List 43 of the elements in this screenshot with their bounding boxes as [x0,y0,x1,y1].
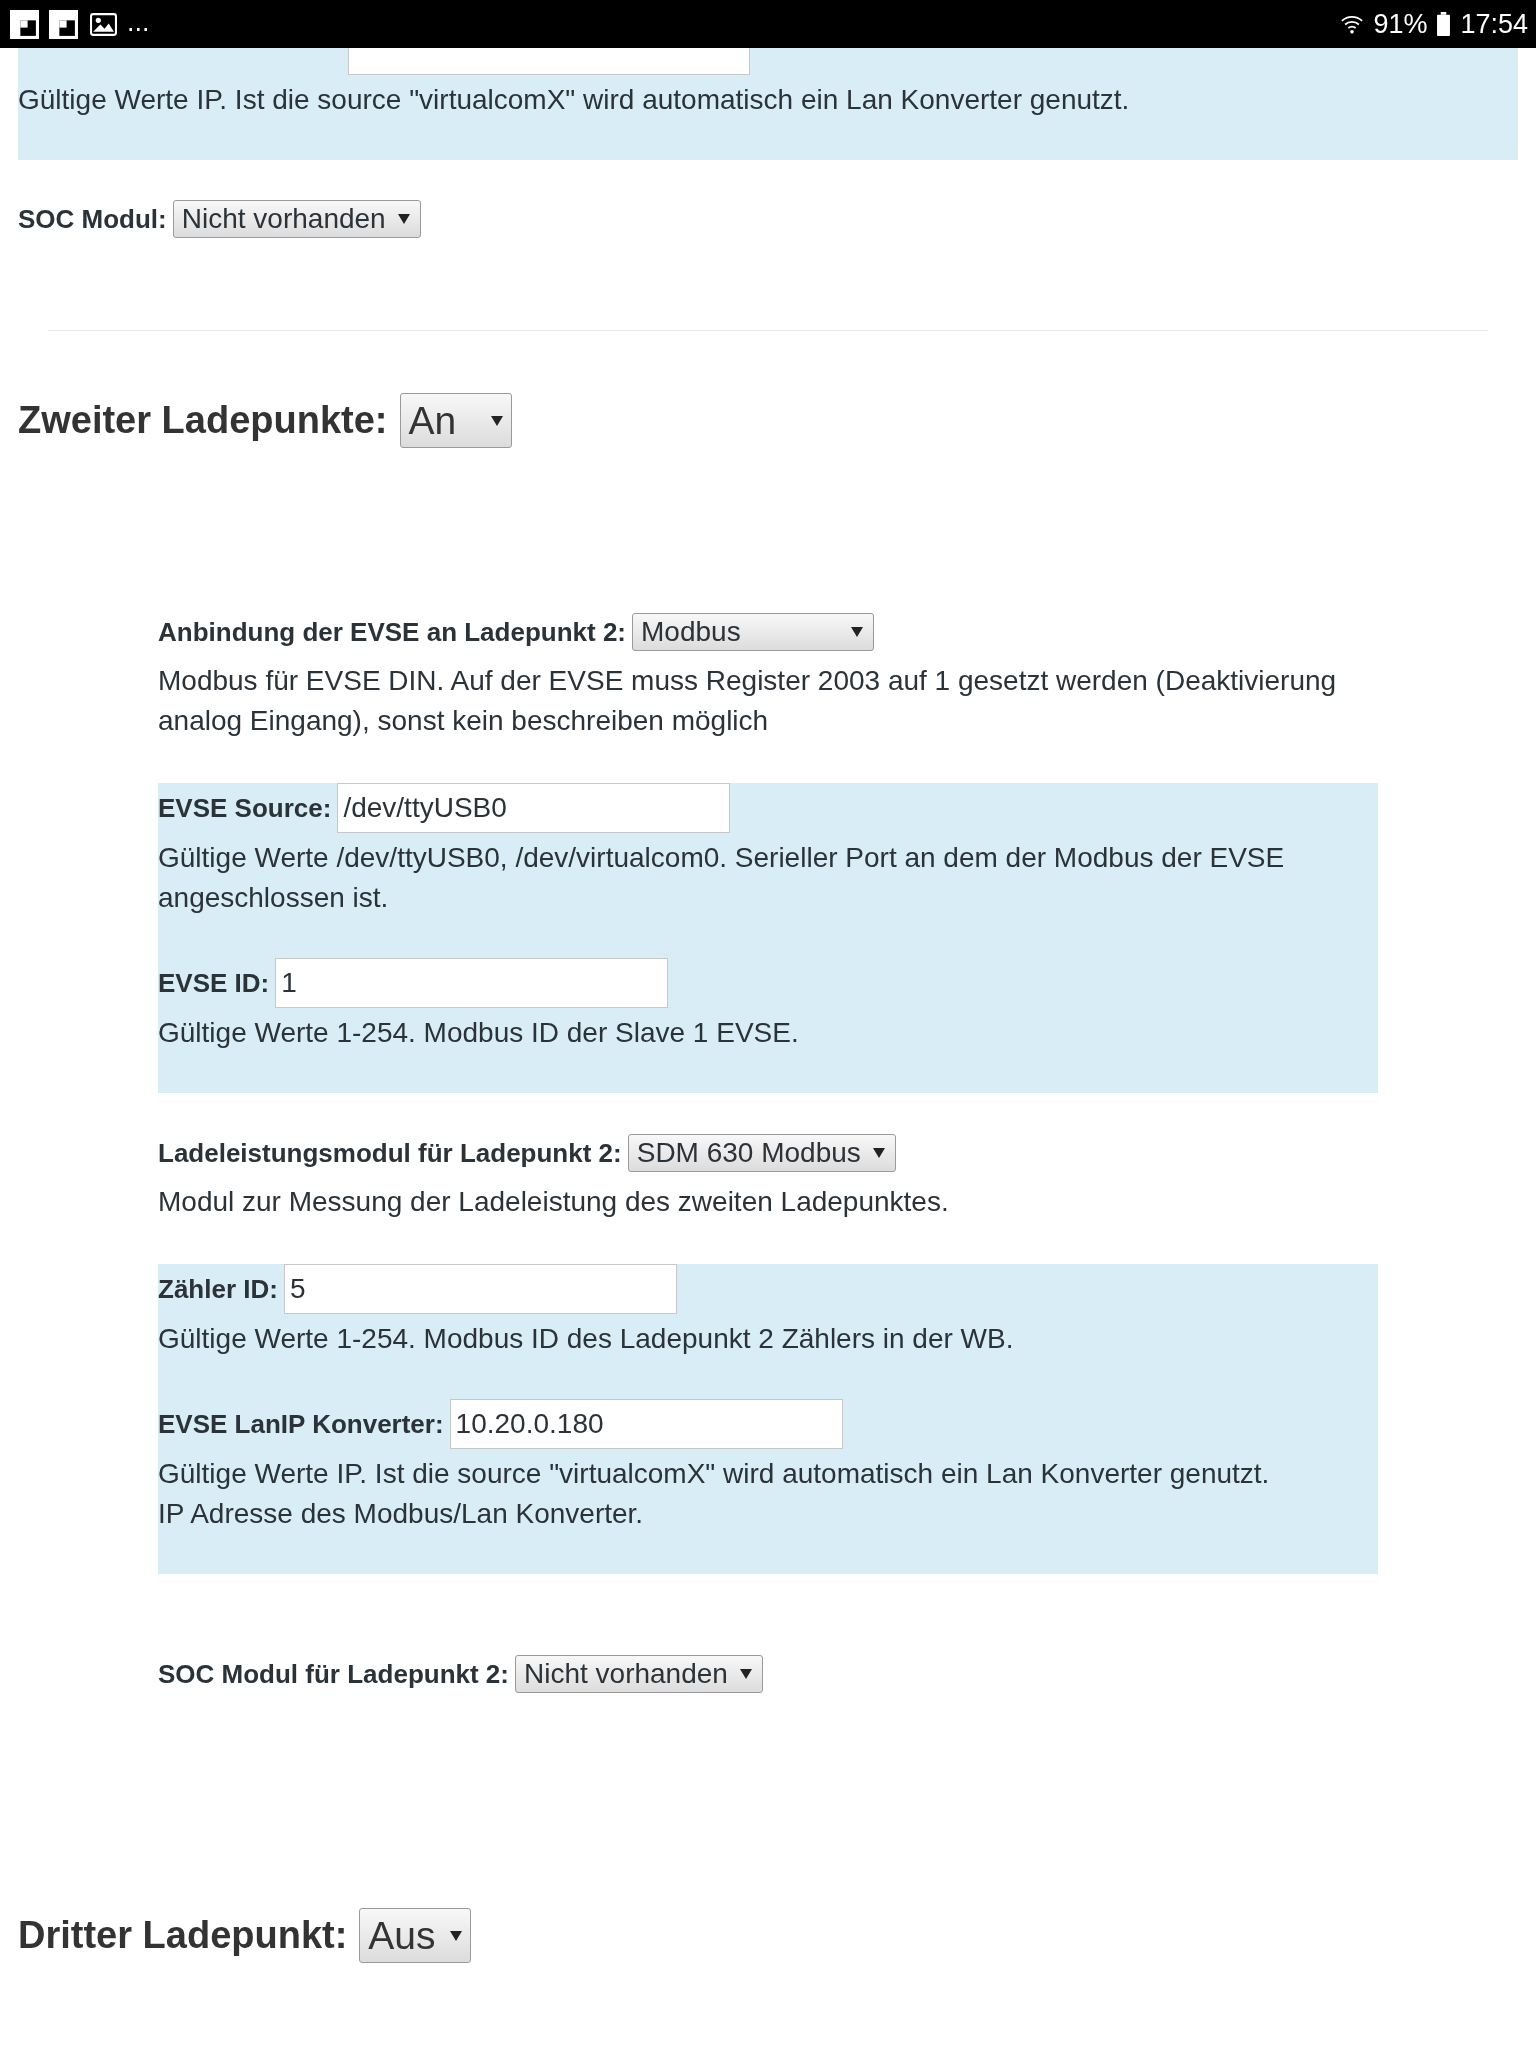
app-notification-icon [49,9,78,39]
caret-icon [490,415,503,426]
caret-icon [851,627,864,637]
clock-time: 17:54 [1460,8,1528,40]
dropdown[interactable]: Modbus [632,613,875,651]
text-field[interactable] [348,48,750,75]
battery-percentage: 91% [1373,8,1428,40]
help-text: Gültige Werte IP. Ist die source "virtualcomX" wird automatisch ein Lan Konverter genutzt. [158,1457,1271,1491]
help-text: IP Adresse des Modbus/Lan Konverter. [158,1497,645,1531]
section-heading: Dritter Ladepunkt: [18,1914,348,1957]
app-notification-icon [10,9,39,39]
help-text: Modul zur Messung der Ladeleistung des zweiten Ladepunktes. [158,1185,950,1219]
section-heading: Zweiter Ladepunkte: [18,399,388,442]
help-text: Modbus für EVSE DIN. Auf der EVSE muss Register 2003 auf 1 gesetzt werden (Deaktivierung analog Eingang), sonst kein beschreiben möglich [158,664,1338,738]
dropdown[interactable]: Aus [359,1908,472,1963]
text-field[interactable]: 5 [283,1264,677,1314]
more-notifications-text: ... [127,7,150,37]
caret-icon [872,1148,885,1158]
help-text: Gültige Werte /dev/ttyUSB0, /dev/virtualcom0. Serieller Port an dem der Modbus der EVSE angeschlossen ist. [158,841,1286,915]
help-text: Gültige Werte 1-254. Modbus ID der Slave 1 EVSE. [158,1016,800,1050]
help-text: Gültige Werte IP. Ist die source "virtualcomX" wird automatisch ein Lan Konverter genutzt. [18,83,1131,117]
caret-icon [450,1930,463,1941]
text-field[interactable]: 1 [275,958,669,1008]
dropdown[interactable]: SDM 630 Modbus [627,1134,896,1172]
field-label: EVSE LanIP Konverter: [158,1408,444,1440]
field-label: SOC Modul für Ladepunkt 2: [158,1658,509,1690]
field-label: EVSE ID: [158,967,270,999]
text-field[interactable]: /dev/ttyUSB0 [337,783,731,833]
field-label: Zähler ID: [158,1273,278,1305]
field-label: SOC Modul: [18,203,167,235]
image-icon [90,12,117,36]
battery-icon [1437,12,1451,36]
wifi-icon [1341,13,1364,35]
help-text: Gültige Werte 1-254. Modbus ID des Ladepunkt 2 Zählers in der WB. [158,1322,1015,1356]
field-label: Anbindung der EVSE an Ladepunkt 2: [158,616,627,648]
dropdown[interactable]: Nicht vorhanden [172,200,421,238]
caret-icon [739,1669,752,1679]
field-label: EVSE Source: [158,792,332,824]
caret-icon [397,214,410,224]
dropdown[interactable]: Nicht vorhanden [515,1655,763,1693]
text-field[interactable]: 10.20.0.180 [449,1399,843,1449]
dropdown[interactable]: An [399,393,512,448]
field-label: Ladeleistungsmodul für Ladepunkt 2: [158,1137,622,1169]
